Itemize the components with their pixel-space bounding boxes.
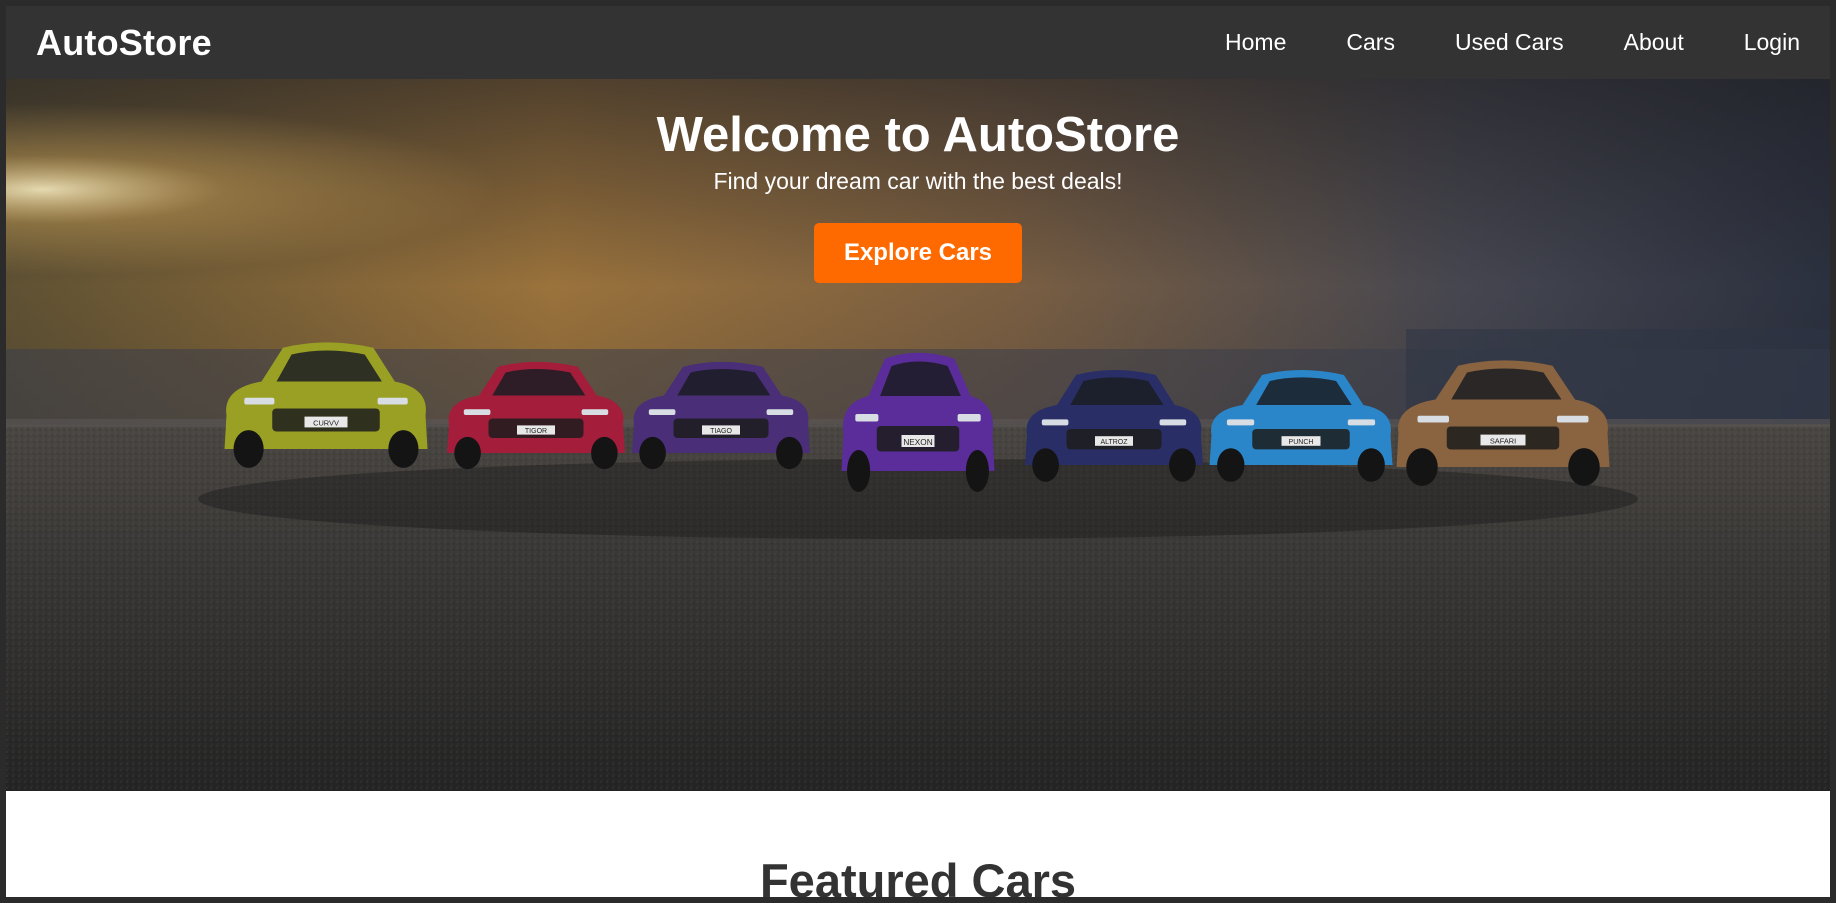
car-badge: ALTROZ [1100,439,1128,446]
featured-section: Featured Cars [6,791,1830,897]
browser-viewport: AutoStore Home Cars Used Cars About Logi… [6,6,1830,897]
hero-content: Welcome to AutoStore Find your dream car… [6,108,1830,283]
hero-title: Welcome to AutoStore [656,108,1180,162]
car-badge: TIAGO [710,428,732,435]
nav-link-home[interactable]: Home [1225,29,1286,56]
nav-link-about[interactable]: About [1624,29,1684,56]
nav-link-used-cars[interactable]: Used Cars [1455,29,1564,56]
car-badge: TIGOR [525,428,547,435]
car-badge: PUNCH [1289,439,1314,446]
hero-section: CURVV TIGOR TIAGO NEXON ALTROZ PUNCH SAFARI We… [6,79,1830,791]
nav-links: Home Cars Used Cars About Login [1165,29,1800,56]
navbar: AutoStore Home Cars Used Cars About Logi… [6,6,1830,79]
explore-cars-button[interactable]: Explore Cars [813,222,1023,283]
car-badge: SAFARI [1490,436,1516,445]
nav-link-cars[interactable]: Cars [1346,29,1395,56]
featured-title: Featured Cars [759,854,1077,897]
nav-link-login[interactable]: Login [1744,29,1800,56]
car-badge: CURVV [313,418,339,427]
brand-logo[interactable]: AutoStore [36,22,212,64]
car-badge: NEXON [903,438,932,447]
hero-subtitle: Find your dream car with the best deals! [713,167,1123,194]
